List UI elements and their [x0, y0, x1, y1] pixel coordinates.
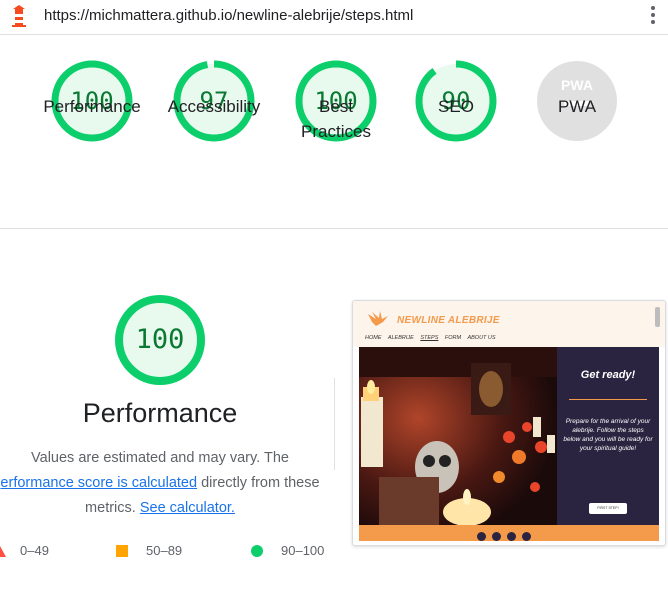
- thumb-heading: Get ready!: [580, 369, 636, 381]
- gauge-label-best-practices: Best Practices: [301, 97, 371, 141]
- gauge-label-pwa: PWA: [557, 97, 597, 116]
- average-square-icon: [116, 545, 128, 557]
- thumb-first-step-button: FIRST STEP!: [589, 503, 627, 514]
- thumb-footer: [359, 525, 659, 541]
- altar-photo: [359, 347, 557, 525]
- desc-text: metrics.: [85, 500, 140, 516]
- desc-line: Values are estimated and may vary. The: [31, 450, 289, 466]
- legend-pass-range: 90–100: [281, 543, 325, 558]
- thumb-text: Prepare for the arrival of your alebrije…: [563, 418, 653, 452]
- page-screenshot-thumbnail[interactable]: NEWLINE ALEBRIJE HOME ALEBRIJE STEPS FOR…: [352, 300, 666, 546]
- legend-average-range: 50–89: [146, 543, 183, 558]
- more-menu-icon[interactable]: [648, 4, 658, 28]
- lighthouse-icon: [12, 5, 26, 27]
- thumb-brand: NEWLINE ALEBRIJE: [397, 315, 500, 326]
- legend-fail-range: 0–49: [20, 543, 49, 558]
- see-calculator-link[interactable]: See calculator.: [140, 500, 235, 516]
- thumb-rule: [569, 399, 647, 400]
- thumb-cta-panel: Get ready! Prepare for the arrival of yo…: [557, 347, 659, 525]
- desc-line: metrics. See calculator.: [0, 496, 330, 521]
- fail-triangle-icon: [0, 546, 6, 557]
- desc-text: directly from these: [197, 475, 320, 491]
- vertical-divider: [334, 378, 335, 470]
- gauge-label-accessibility: Accessibility: [167, 97, 261, 116]
- bird-logo-icon: [368, 311, 388, 326]
- performance-description: Values are estimated and may vary. The e…: [0, 446, 330, 521]
- thumb-nav: HOME ALEBRIJE STEPS FORM ABOUT US: [365, 335, 501, 341]
- thumb-header: NEWLINE ALEBRIJE HOME ALEBRIJE STEPS FOR…: [353, 301, 665, 347]
- thumb-nav-item: ALEBRIJE: [387, 335, 414, 341]
- performance-title: Performance: [82, 398, 238, 428]
- gauge-label-performance: Performance: [43, 97, 141, 116]
- desc-line: erformance score is calculated directly …: [0, 471, 330, 496]
- performance-score: 100: [135, 324, 185, 355]
- instagram-icon: [477, 532, 486, 541]
- thumb-nav-item: HOME: [365, 335, 382, 341]
- url-bar: https://michmattera.github.io/newline-al…: [0, 0, 668, 35]
- score-calculated-link[interactable]: erformance score is calculated: [0, 475, 197, 491]
- youtube-icon: [507, 532, 516, 541]
- section-divider: [0, 228, 668, 229]
- thumb-nav-item: STEPS: [420, 335, 439, 341]
- facebook-icon: [492, 532, 501, 541]
- thumb-nav-item: FORM: [444, 335, 462, 341]
- github-icon: [522, 532, 531, 541]
- gauge-label-seo: SEO: [438, 97, 474, 116]
- thumb-nav-item: ABOUT US: [467, 335, 496, 341]
- pwa-badge-text: PWA: [561, 77, 593, 93]
- url-text[interactable]: https://michmattera.github.io/newline-al…: [44, 7, 413, 24]
- pass-circle-icon: [251, 545, 263, 557]
- performance-main-gauge: 100: [114, 294, 206, 386]
- thumb-scrollbar: [655, 307, 660, 327]
